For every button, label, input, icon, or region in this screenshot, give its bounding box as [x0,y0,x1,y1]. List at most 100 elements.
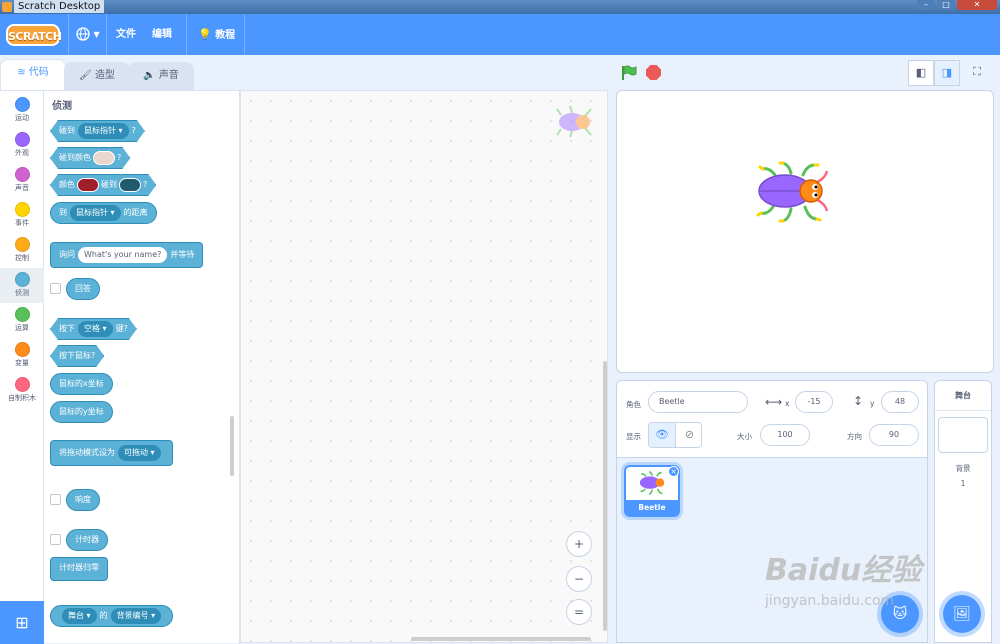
size-field[interactable]: 100 [760,424,810,446]
block-answer[interactable]: 回答 [66,278,100,300]
category-events[interactable]: 事件 [0,198,44,233]
watermark: Baidu经验 jingyan.baidu.com [765,545,955,625]
category-sound[interactable]: 声音 [0,163,44,198]
category-dot [14,97,30,112]
zoom-out-button[interactable]: − [566,566,592,592]
tab-code[interactable]: ≋ 代码 [0,59,66,90]
block-dropdown[interactable]: 鼠标指针 ▾ [78,123,129,139]
small-stage-button[interactable]: ◧ [908,60,934,86]
block-dropdown[interactable]: 鼠标指针 ▾ [70,204,121,221]
stage-canvas[interactable] [616,90,994,373]
block-text: 碰到 [59,126,75,135]
stage-header: ◧ ◨ ⛶ [610,55,1000,90]
block-text: 碰到颜色 [59,153,91,162]
block-distance-to[interactable]: 到鼠标指针 ▾ 的距离 [50,202,157,224]
category-operators[interactable]: 运算 [0,303,44,338]
category-variables[interactable]: 变量 [0,338,44,373]
block-set-drag-mode[interactable]: 将拖动模式设为 可拖动 ▾ [50,440,173,466]
block-dropdown[interactable]: 背景编号 ▾ [110,607,162,624]
block-text: 的 [99,611,108,620]
block-timer[interactable]: 计时器 [66,529,108,551]
block-text: 按下 [59,324,75,333]
section-title: 侦测 [52,101,72,112]
color-swatch[interactable] [77,178,99,192]
stop-icon[interactable] [646,65,661,80]
globe-icon [76,27,90,41]
workspace-scrollbar-horizontal[interactable] [411,637,591,641]
extension-icon: ⊞ [15,613,29,632]
script-workspace[interactable]: + − = [240,90,608,643]
close-button[interactable]: ✕ [957,0,997,10]
block-input[interactable]: What's your name? [78,246,168,263]
color-swatch[interactable] [119,178,141,192]
category-label: 变量 [15,359,29,367]
block-key-pressed[interactable]: 按下 空格 ▾ 键? [50,318,137,340]
block-ask-and-wait[interactable]: 询问 What's your name? 并等待 [50,242,204,268]
sprite-name-field[interactable]: Beetle [648,391,748,413]
category-sensing[interactable]: 侦测 [0,268,44,303]
block-color-touching-color[interactable]: 颜色 碰到? [50,174,156,196]
y-label: y [870,399,875,408]
monitor-checkbox[interactable] [50,534,61,545]
block-reset-timer[interactable]: 计时器归零 [50,557,108,581]
zoom-reset-button[interactable]: = [566,599,592,625]
watermark-logo: Baidu经验 [765,553,922,588]
edit-menu[interactable]: 编辑 [152,14,172,55]
tab-costumes-label: 造型 [94,70,115,81]
color-swatch[interactable] [93,151,115,165]
show-eye-icon[interactable]: 👁 [649,423,676,447]
maximize-button[interactable]: □ [937,0,955,10]
workspace-scrollbar-vertical[interactable] [603,361,607,631]
block-dropdown[interactable]: 舞台 ▾ [62,607,97,624]
block-mouse-x[interactable]: 鼠标的x坐标 [50,373,113,395]
minimize-button[interactable]: – [917,0,935,10]
category-label: 控制 [15,254,29,262]
palette-scrollbar[interactable] [230,416,234,476]
category-looks[interactable]: 外观 [0,128,44,163]
hide-eye-icon[interactable]: ⊘ [676,423,701,447]
monitor-checkbox[interactable] [50,283,61,294]
block-mouse-down[interactable]: 按下鼠标? [50,345,104,367]
block-touching-color[interactable]: 碰到颜色? [50,147,130,169]
block-text: 鼠标的x坐标 [59,379,104,388]
category-dot [14,237,30,252]
category-control[interactable]: 控制 [0,233,44,268]
add-extension-button[interactable]: ⊞ [0,601,44,644]
file-menu[interactable]: 文件 [116,14,136,55]
monitor-checkbox[interactable] [50,494,61,505]
tutorials-menu[interactable]: 💡 教程 [198,14,235,55]
category-label: 外观 [15,149,29,157]
block-touching[interactable]: 碰到 鼠标指针 ▾? [50,120,145,142]
block-dropdown[interactable]: 可拖动 ▾ [118,444,161,461]
fullscreen-button[interactable]: ⛶ [964,60,990,86]
blocks-flyout: 侦测 碰到 鼠标指针 ▾? 碰到颜色? 颜色 碰到? 到鼠标指针 ▾ 的距离 询问 Wh… [44,91,240,644]
block-loudness[interactable]: 响度 [66,489,100,511]
show-label: 显示 [626,432,641,441]
sprite-tile-beetle[interactable]: ✕ Beetle [624,465,680,517]
block-dropdown[interactable]: 空格 ▾ [78,321,113,337]
scratch-logo[interactable]: SCRATCH [6,24,62,46]
tab-costumes[interactable]: 🖌 造型 [64,62,130,90]
x-field[interactable]: -15 [795,391,833,413]
zoom-in-button[interactable]: + [566,531,592,557]
y-field[interactable]: 48 [881,391,919,413]
block-mouse-y[interactable]: 鼠标的y坐标 [50,401,113,423]
normal-stage-button[interactable]: ◨ [934,60,960,86]
sprite-label: 角色 [626,400,641,409]
category-label: 事件 [15,219,29,227]
beetle-sprite[interactable] [755,161,831,223]
category-label: 声音 [15,184,29,192]
delete-sprite-icon[interactable]: ✕ [668,466,679,477]
category-motion[interactable]: 运动 [0,93,44,128]
category-my-blocks[interactable]: 自制积木 [0,373,44,408]
block-of[interactable]: 舞台 ▾ 的背景编号 ▾ [50,605,174,627]
app-icon [2,2,12,12]
block-text: 询问 [59,250,75,259]
arrows-vertical-icon: ↕ [853,394,864,408]
normal-stage-icon: ◨ [941,66,953,79]
backdrop-thumbnail[interactable] [938,417,988,453]
language-menu[interactable]: ▼ [76,14,100,55]
tab-sounds[interactable]: 🔈 声音 [128,62,194,90]
direction-field[interactable]: 90 [869,424,919,446]
green-flag-icon[interactable] [621,65,637,81]
